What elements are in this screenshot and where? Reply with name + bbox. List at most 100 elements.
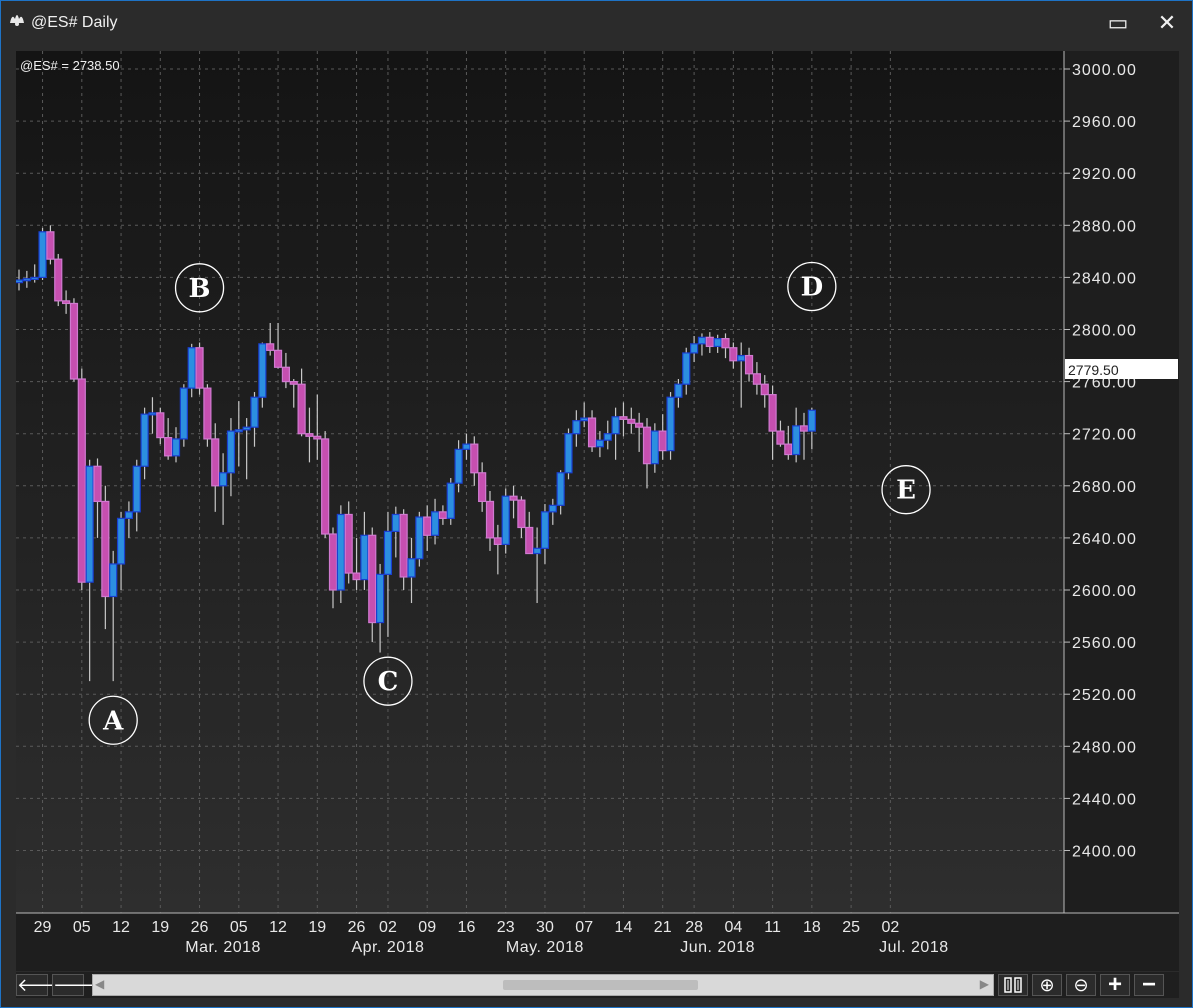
candlestick-chart[interactable]: 3000.00 2960.00 2920.00 2880.00 2840.00 2800.… [16,51,1179,971]
candle-body[interactable] [297,383,306,435]
candle-body[interactable] [587,417,597,448]
zoom-in-button[interactable]: ⊕ [1032,974,1062,996]
candle-body[interactable] [532,547,542,555]
candle-body[interactable] [360,534,369,581]
scroll-right-button[interactable]: 🡒 [52,974,101,996]
candle-body[interactable] [352,572,361,581]
candle-body[interactable] [54,258,63,302]
horizontal-scrollbar[interactable]: ◀ ▶ [92,974,994,996]
candle-body[interactable] [132,465,141,513]
candle-body[interactable] [564,433,573,474]
candle-body[interactable] [454,448,463,484]
candle-body[interactable] [195,347,204,389]
candle-body[interactable] [313,435,322,440]
title-bar[interactable]: @ES# Daily ▭ ✕ [1,1,1192,45]
scroll-arrow-right-icon[interactable]: ▶ [980,977,989,991]
candle-body[interactable] [697,336,707,345]
candle-body[interactable] [752,373,762,385]
candle-body[interactable] [737,354,746,362]
candle-body[interactable] [635,422,644,428]
candle-body[interactable] [289,381,298,385]
candle-body[interactable] [321,438,330,535]
candle-body[interactable] [556,472,565,506]
candle-body[interactable] [721,338,730,349]
candle-body[interactable] [383,530,393,575]
candle-body[interactable] [46,231,55,260]
candle-body[interactable] [258,343,267,398]
candle-body[interactable] [124,511,134,519]
candle-body[interactable] [242,426,251,431]
candle-body[interactable] [211,438,220,487]
candle-body[interactable] [116,517,126,565]
candle-body[interactable] [171,438,181,457]
candle-body[interactable] [627,418,636,424]
candle-body[interactable] [548,504,557,513]
candle-body[interactable] [368,534,377,624]
candle-body[interactable] [430,511,440,536]
candle-body[interactable] [485,500,495,539]
candle-body[interactable] [399,513,408,578]
candle-body[interactable] [328,533,338,591]
candle-body[interactable] [760,383,769,396]
candle-body[interactable] [611,416,620,435]
candle-body[interactable] [61,300,71,305]
candle-body[interactable] [729,347,738,362]
candle-body[interactable] [509,495,518,501]
candle-body[interactable] [619,416,628,420]
candle-body[interactable] [572,420,581,435]
scroll-arrow-left-icon[interactable]: ◀ [95,977,104,991]
candle-body[interactable] [744,354,754,375]
candle-body[interactable] [22,278,31,282]
candle-body[interactable] [250,396,259,428]
candle-body[interactable] [462,443,471,450]
candle-body[interactable] [156,412,165,439]
candle-body[interactable] [674,383,683,398]
candle-body[interactable] [438,511,447,519]
candle-body[interactable] [713,338,722,348]
candle-body[interactable] [38,231,47,279]
candle-body[interactable] [423,516,432,536]
candle-body[interactable] [595,439,605,448]
candle-body[interactable] [658,430,667,452]
bar-style-button[interactable] [998,974,1028,996]
candle-body[interactable] [336,513,345,591]
candle-body[interactable] [792,425,801,456]
candle-body[interactable] [689,343,699,354]
candle-body[interactable] [85,465,94,583]
candle-body[interactable] [234,429,243,433]
candle-body[interactable] [705,336,714,348]
candle-body[interactable] [93,465,102,503]
zoom-out-button[interactable]: ⊖ [1066,974,1096,996]
candle-body[interactable] [493,537,502,546]
candle-body[interactable] [69,302,79,380]
candle-body[interactable] [305,433,314,437]
candle-body[interactable] [164,437,173,457]
candle-body[interactable] [517,499,526,529]
candle-body[interactable] [179,387,188,440]
candle-body[interactable] [376,573,385,624]
candle-body[interactable] [273,349,283,368]
candle-body[interactable] [478,472,487,503]
candle-body[interactable] [580,417,589,422]
candle-body[interactable] [281,366,290,383]
candle-body[interactable] [540,511,550,549]
candle-body[interactable] [187,347,196,389]
candle-body[interactable] [226,430,236,474]
candle-body[interactable] [768,394,777,432]
candle-body[interactable] [776,430,785,445]
candle-body[interactable] [501,495,510,546]
candle-body[interactable] [16,279,24,284]
candle-body[interactable] [219,472,228,487]
scroll-left-button[interactable]: 🡐 [16,974,65,996]
candle-body[interactable] [344,513,353,574]
candle-body[interactable] [203,387,212,440]
chart-area[interactable]: 3000.00 2960.00 2920.00 2880.00 2840.00 2800.… [16,51,1179,971]
candle-body[interactable] [642,426,652,465]
candle-body[interactable] [650,430,659,465]
candle-body[interactable] [784,443,793,456]
candle-body[interactable] [30,276,39,280]
candle-body[interactable] [101,500,110,598]
candle-body[interactable] [682,352,691,385]
candle-body[interactable] [391,513,400,532]
candle-body[interactable] [603,433,612,441]
